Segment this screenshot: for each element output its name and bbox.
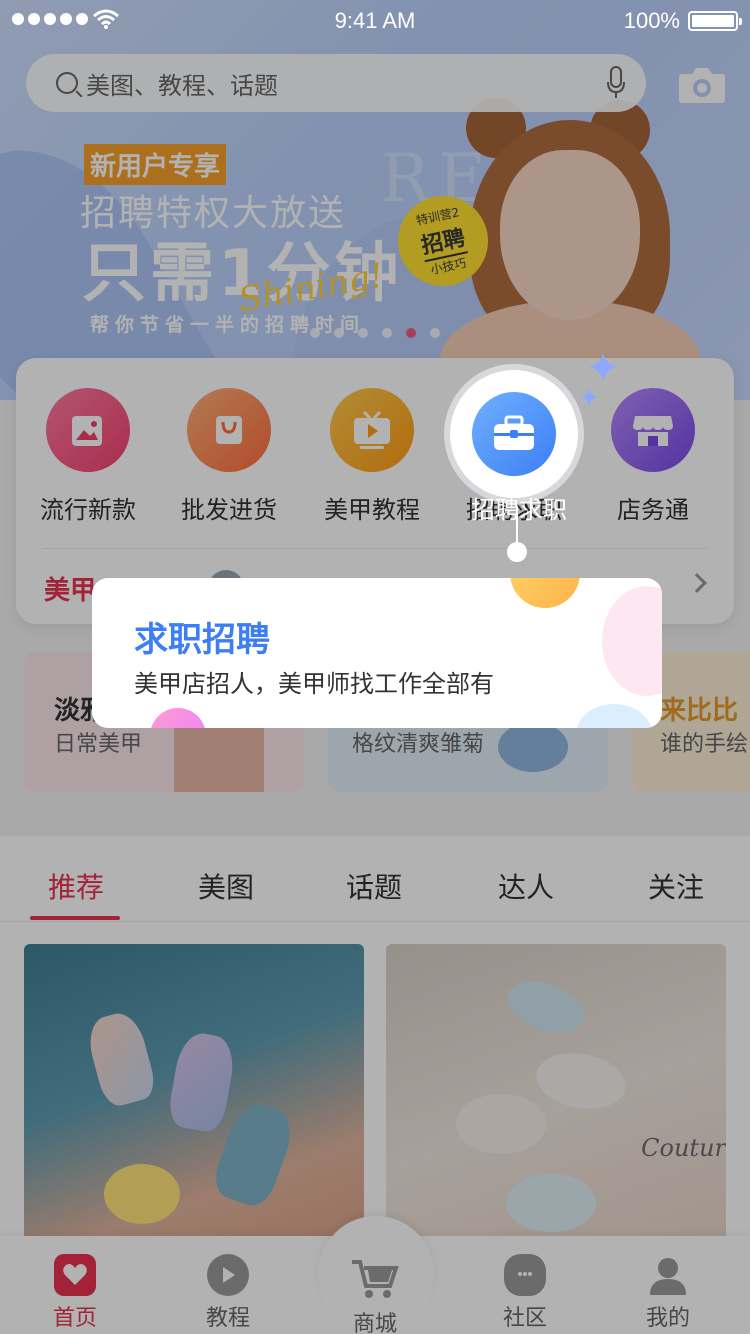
tooltip-connector-dot <box>507 542 527 562</box>
decor-blob <box>150 708 206 728</box>
decor-blob <box>602 586 662 696</box>
battery-icon <box>688 11 742 31</box>
sparkle-icon <box>580 388 598 406</box>
highlighted-category-label: 招聘求职 <box>471 496 567 524</box>
briefcase-icon <box>472 392 556 476</box>
tooltip-description: 美甲店招人，美甲师找工作全部有 <box>134 670 494 698</box>
onboarding-tooltip[interactable]: 求职招聘 美甲店招人，美甲师找工作全部有 <box>92 578 662 728</box>
tooltip-title: 求职招聘 <box>134 620 270 660</box>
battery-percentage: 100% <box>623 8 680 33</box>
sparkle-icon <box>588 352 618 382</box>
decor-blob <box>576 704 652 728</box>
status-bar: 9:41 AM 100% <box>0 0 750 40</box>
decor-blob <box>510 578 580 608</box>
highlighted-category-jobs[interactable] <box>444 364 584 504</box>
